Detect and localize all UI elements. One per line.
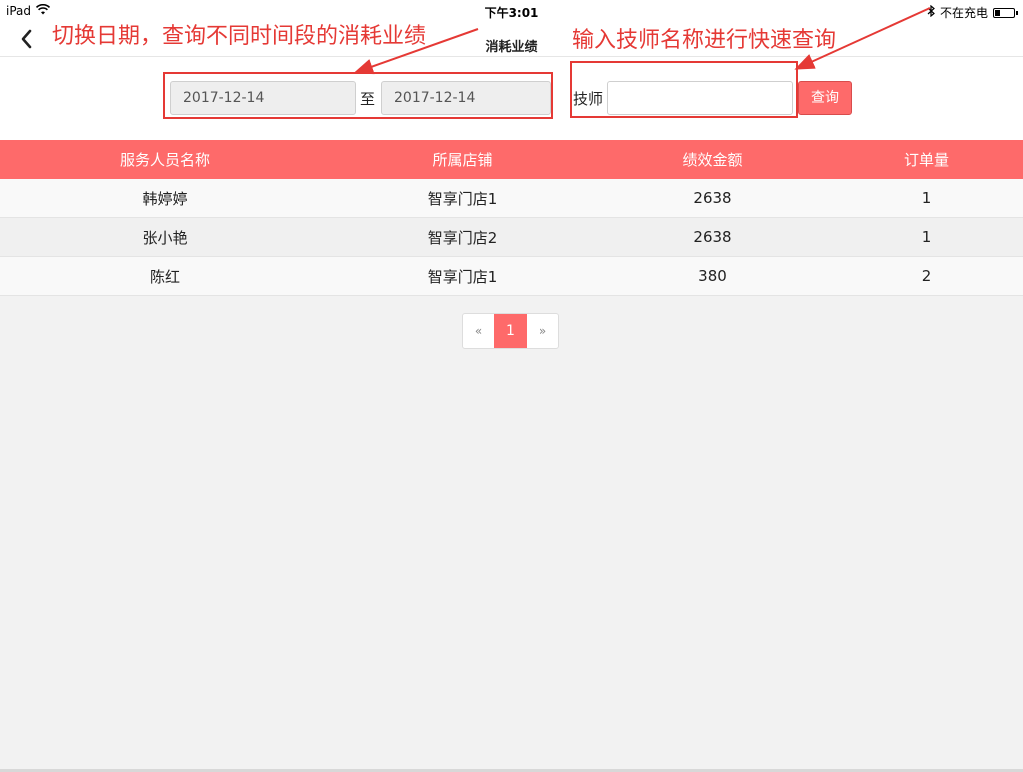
technician-highlight-box (570, 61, 798, 118)
cell-store: 智享门店2 (330, 217, 595, 257)
column-header-order-count[interactable]: 订单量 (830, 140, 1023, 179)
cell-order-count: 1 (830, 217, 1023, 257)
table-header-row: 服务人员名称 所属店铺 绩效金额 订单量 (0, 140, 1023, 179)
cell-performance-amount: 2638 (595, 179, 830, 218)
pagination: « 1 » (462, 313, 559, 349)
column-header-store[interactable]: 所属店铺 (330, 140, 595, 179)
status-right: 不在充电 (927, 4, 1018, 21)
column-header-staff-name[interactable]: 服务人员名称 (0, 140, 330, 179)
pagination-next-button[interactable]: » (526, 314, 558, 348)
column-header-performance-amount[interactable]: 绩效金额 (595, 140, 830, 179)
battery-icon (993, 7, 1018, 18)
cell-order-count: 1 (830, 179, 1023, 218)
date-annotation-text: 切换日期，查询不同时间段的消耗业绩 (52, 24, 427, 49)
search-annotation-text: 输入技师名称进行快速查询 (572, 28, 837, 53)
cell-staff-name: 韩婷婷 (0, 179, 330, 218)
date-range-highlight-box (163, 72, 553, 119)
cell-staff-name: 陈红 (0, 256, 330, 296)
cell-order-count: 2 (830, 256, 1023, 296)
bluetooth-icon (927, 4, 935, 20)
charging-status: 不在充电 (939, 6, 988, 20)
table-row[interactable]: 韩婷婷 智享门店1 2638 1 (0, 179, 1023, 218)
cell-staff-name: 张小艳 (0, 217, 330, 257)
pagination-page-1[interactable]: 1 (494, 314, 526, 348)
cell-performance-amount: 2638 (595, 217, 830, 257)
cell-store: 智享门店1 (330, 256, 595, 296)
query-button[interactable]: 查询 (798, 81, 852, 115)
cell-store: 智享门店1 (330, 179, 595, 218)
cell-performance-amount: 380 (595, 256, 830, 296)
performance-table: 服务人员名称 所属店铺 绩效金额 订单量 韩婷婷 智享门店1 2638 1 张小… (0, 140, 1023, 296)
pagination-prev-button[interactable]: « (463, 314, 494, 348)
table-row[interactable]: 张小艳 智享门店2 2638 1 (0, 217, 1023, 257)
table-row[interactable]: 陈红 智享门店1 380 2 (0, 256, 1023, 296)
